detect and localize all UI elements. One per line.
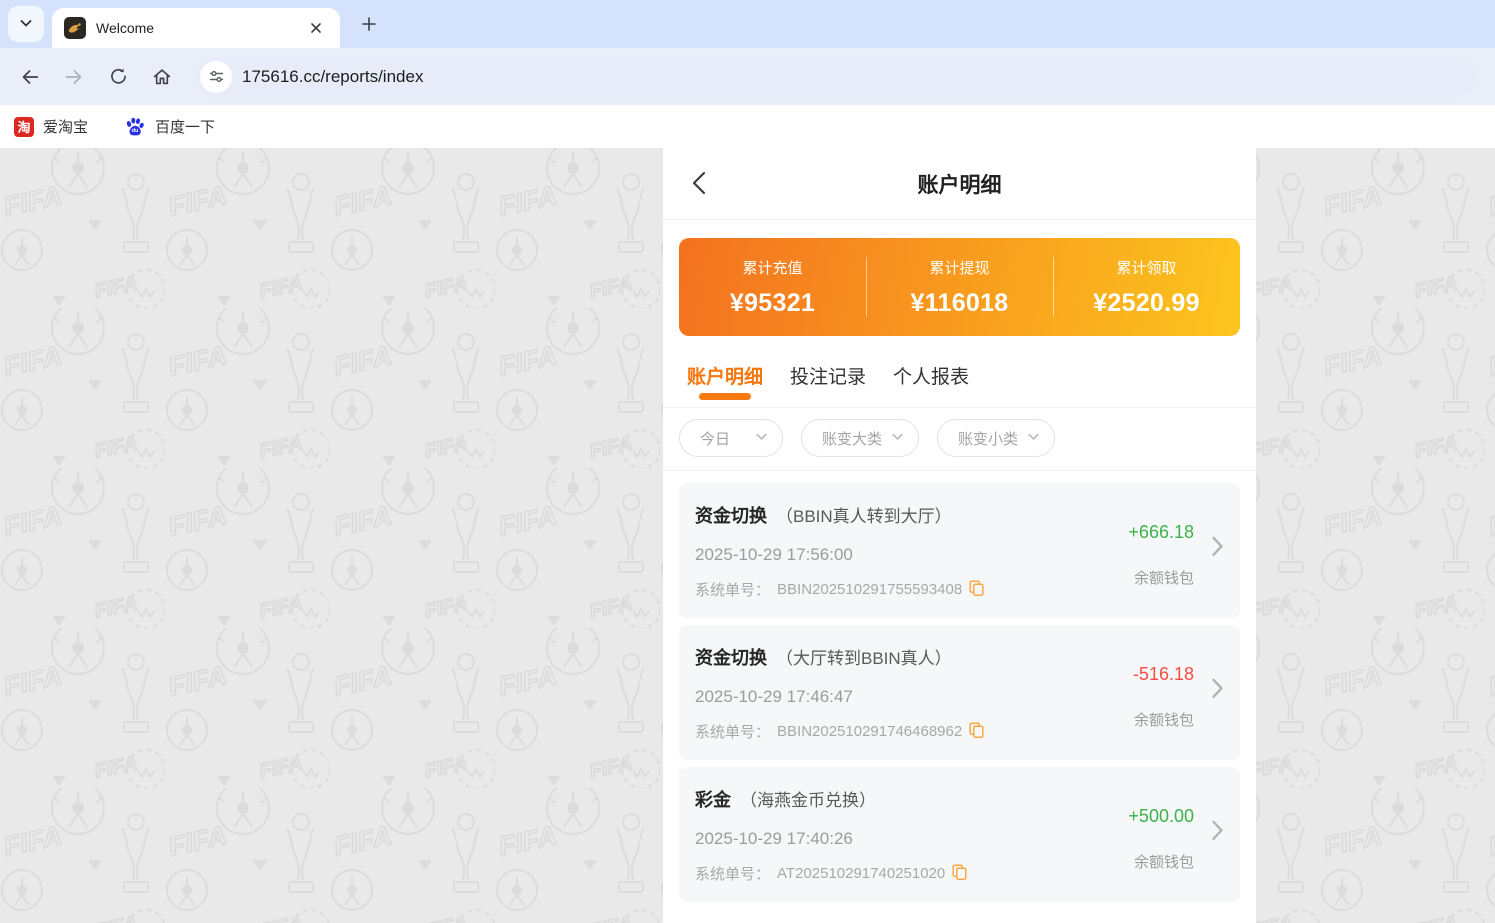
transaction-amount: -516.18 <box>1133 664 1194 685</box>
order-number: BBIN202510291755593408 <box>777 581 962 598</box>
wallet-label: 余额钱包 <box>1134 709 1194 730</box>
home-button[interactable] <box>142 57 182 97</box>
bookmark-baidu[interactable]: du 百度一下 <box>124 116 215 138</box>
order-label: 系统单号： <box>695 579 770 600</box>
stat-label: 累计充值 <box>742 257 802 278</box>
bookmark-aitaobao[interactable]: 淘 爱淘宝 <box>14 116 88 137</box>
page-title: 账户明细 <box>918 169 1002 199</box>
transaction-row[interactable]: 资金切换 （大厅转到BBIN真人） 2025-10-29 17:46:47 系统… <box>679 625 1240 760</box>
bookmarks-bar: 淘 爱淘宝 du 百度一下 <box>0 105 1495 148</box>
filter-minor-type-dropdown[interactable]: 账变小类 <box>937 419 1055 457</box>
bookmark-label: 百度一下 <box>155 116 215 137</box>
transaction-detail: （BBIN真人转到大厅） <box>776 502 952 527</box>
browser-toolbar: 175616.cc/reports/index <box>0 48 1495 105</box>
tab-title: Welcome <box>96 20 294 36</box>
tab-bet-records[interactable]: 投注记录 <box>790 362 866 407</box>
stat-value: ¥2520.99 <box>1093 289 1200 318</box>
stat-value: ¥95321 <box>730 289 815 318</box>
tab-account-detail[interactable]: 账户明细 <box>687 362 763 407</box>
chevron-down-icon <box>890 429 905 448</box>
order-number: AT202510291740251020 <box>777 865 945 882</box>
transaction-amount-block: +666.18 余额钱包 <box>1084 502 1194 618</box>
stat-total-deposit: 累计充值 ¥95321 <box>679 238 866 336</box>
site-settings-icon[interactable] <box>200 61 232 93</box>
transaction-row[interactable]: 资金切换 （BBIN真人转到大厅） 2025-10-29 17:56:00 系统… <box>679 483 1240 618</box>
back-button[interactable] <box>10 57 50 97</box>
forward-button[interactable] <box>54 57 94 97</box>
filter-label: 账变大类 <box>822 428 882 449</box>
transaction-amount-block: -516.18 余额钱包 <box>1084 644 1194 760</box>
filter-row: 今日 账变大类 账变小类 <box>663 408 1256 471</box>
back-chevron-icon[interactable] <box>689 170 711 199</box>
browser-tab[interactable]: Welcome <box>52 8 340 48</box>
totals-card: 累计充值 ¥95321 累计提现 ¥116018 累计领取 ¥2520.99 <box>679 238 1240 336</box>
address-bar[interactable]: 175616.cc/reports/index <box>194 57 1477 97</box>
new-tab-button[interactable] <box>354 9 384 39</box>
copy-icon[interactable] <box>969 580 984 600</box>
transaction-info: 资金切换 （BBIN真人转到大厅） 2025-10-29 17:56:00 系统… <box>695 502 1084 618</box>
chevron-right-icon <box>1211 677 1224 704</box>
chevron-down-icon <box>18 15 34 34</box>
transaction-list: 资金切换 （BBIN真人转到大厅） 2025-10-29 17:56:00 系统… <box>663 471 1256 902</box>
reload-button[interactable] <box>98 57 138 97</box>
transaction-time: 2025-10-29 17:46:47 <box>695 687 1084 707</box>
stat-value: ¥116018 <box>910 289 1008 318</box>
transaction-type: 资金切换 <box>695 502 767 528</box>
transaction-row[interactable]: 彩金 （海燕金币兑换） 2025-10-29 17:40:26 系统单号： AT… <box>679 767 1240 902</box>
chevron-right-icon <box>1211 819 1224 846</box>
tab-strip: Welcome <box>0 0 1495 48</box>
order-number: BBIN202510291746468962 <box>777 723 962 740</box>
wallet-label: 余额钱包 <box>1134 567 1194 588</box>
filter-date-dropdown[interactable]: 今日 <box>679 419 783 457</box>
copy-icon[interactable] <box>952 864 967 884</box>
transaction-amount: +666.18 <box>1128 522 1194 543</box>
chevron-down-icon <box>754 429 769 448</box>
site-favicon-icon <box>64 17 86 39</box>
wallet-label: 余额钱包 <box>1134 851 1194 872</box>
filter-label: 今日 <box>700 428 730 449</box>
filter-major-type-dropdown[interactable]: 账变大类 <box>801 419 919 457</box>
url-text: 175616.cc/reports/index <box>242 67 423 87</box>
transaction-time: 2025-10-29 17:40:26 <box>695 829 1084 849</box>
stat-total-withdraw: 累计提现 ¥116018 <box>866 238 1053 336</box>
report-tabs: 账户明细 投注记录 个人报表 <box>663 336 1256 408</box>
chevron-down-icon <box>1026 429 1041 448</box>
transaction-type: 资金切换 <box>695 644 767 670</box>
page-viewport: FIFA FIFA 账户明细 累计充值 ¥95321 累计提现 ¥116018 <box>0 148 1495 923</box>
transaction-amount-block: +500.00 余额钱包 <box>1084 786 1194 902</box>
transaction-info: 资金切换 （大厅转到BBIN真人） 2025-10-29 17:46:47 系统… <box>695 644 1084 760</box>
filter-label: 账变小类 <box>958 428 1018 449</box>
stat-label: 累计提现 <box>929 257 989 278</box>
baidu-paw-icon: du <box>124 116 146 138</box>
transaction-type: 彩金 <box>695 786 731 812</box>
bookmark-label: 爱淘宝 <box>43 116 88 137</box>
chevron-right-icon <box>1211 535 1224 562</box>
tab-close-icon[interactable] <box>304 16 328 40</box>
order-label: 系统单号： <box>695 863 770 884</box>
stat-total-claimed: 累计领取 ¥2520.99 <box>1053 238 1240 336</box>
panel-header: 账户明细 <box>663 148 1256 220</box>
transaction-detail: （海燕金币兑换） <box>740 786 876 811</box>
browser-window: Welcome 175616.cc/reports/index <box>0 0 1495 148</box>
copy-icon[interactable] <box>969 722 984 742</box>
account-detail-panel: 账户明细 累计充值 ¥95321 累计提现 ¥116018 累计领取 ¥2520… <box>663 148 1256 923</box>
stat-label: 累计领取 <box>1116 257 1176 278</box>
transaction-info: 彩金 （海燕金币兑换） 2025-10-29 17:40:26 系统单号： AT… <box>695 786 1084 902</box>
tab-personal-report[interactable]: 个人报表 <box>893 362 969 407</box>
transaction-time: 2025-10-29 17:56:00 <box>695 545 1084 565</box>
transaction-amount: +500.00 <box>1128 806 1194 827</box>
tab-search-button[interactable] <box>8 6 44 42</box>
svg-text:du: du <box>132 128 139 134</box>
order-label: 系统单号： <box>695 721 770 742</box>
transaction-detail: （大厅转到BBIN真人） <box>776 644 952 669</box>
taobao-icon: 淘 <box>14 117 34 137</box>
